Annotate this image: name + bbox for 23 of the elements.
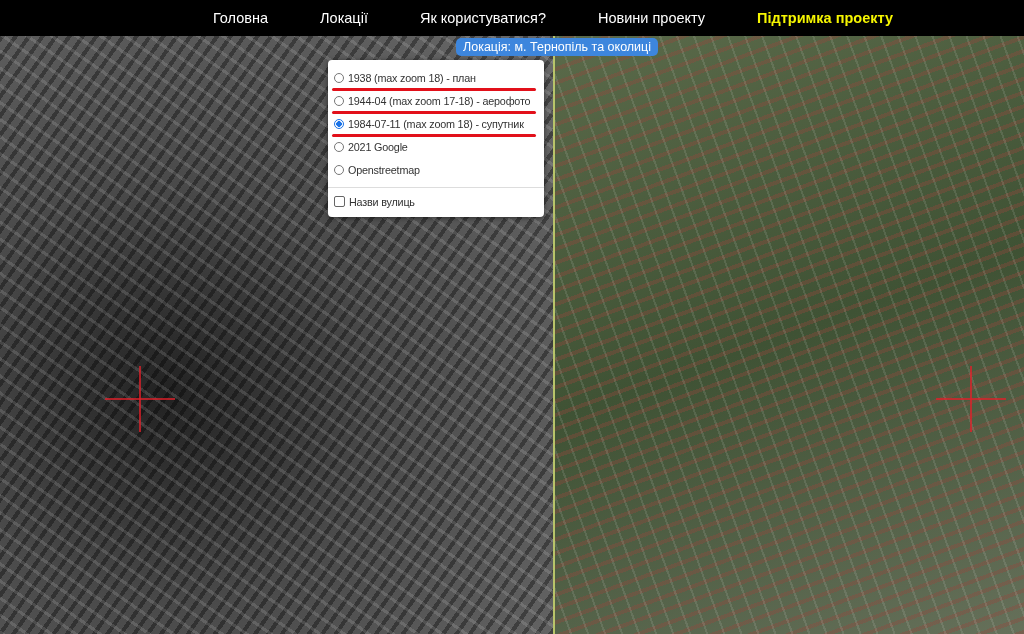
layer-option[interactable]: 1938 (max zoom 18) - план — [328, 66, 544, 89]
radio-button[interactable] — [334, 118, 344, 129]
location-badge: Локація: м. Тернопіль та околиці — [456, 38, 659, 56]
nav-link[interactable]: Як користуватися? — [419, 10, 546, 26]
layer-option[interactable]: 1944-04 (max zoom 17-18) - аерофото — [328, 89, 544, 112]
nav-link[interactable]: Головна — [212, 10, 269, 26]
overlay-option[interactable]: Назви вулиць — [328, 190, 544, 213]
layer-option[interactable]: 2021 Google — [328, 135, 544, 158]
layer-label: Openstreetmap — [348, 163, 420, 176]
checkbox[interactable] — [334, 196, 345, 207]
swipe-divider[interactable] — [553, 36, 555, 634]
layer-option[interactable]: 1984-07-11 (max zoom 18) - супутник — [328, 112, 544, 135]
crosshair-icon — [105, 366, 175, 432]
nav-link[interactable]: Підтримка проекту — [757, 10, 894, 26]
layer-option[interactable]: Openstreetmap — [328, 158, 544, 181]
crosshair-icon — [936, 366, 1006, 432]
nav-link[interactable]: Новини проекту — [598, 10, 706, 26]
layer-label: 1944-04 (max zoom 17-18) - аерофото — [348, 94, 531, 107]
overlay-label: Назви вулиць — [349, 195, 415, 208]
nav-link[interactable]: Локації — [320, 10, 368, 26]
layer-label: 2021 Google — [348, 140, 408, 153]
layer-label: 1938 (max zoom 18) - план — [348, 71, 476, 84]
layer-label: 1984-07-11 (max zoom 18) - супутник — [348, 117, 524, 130]
